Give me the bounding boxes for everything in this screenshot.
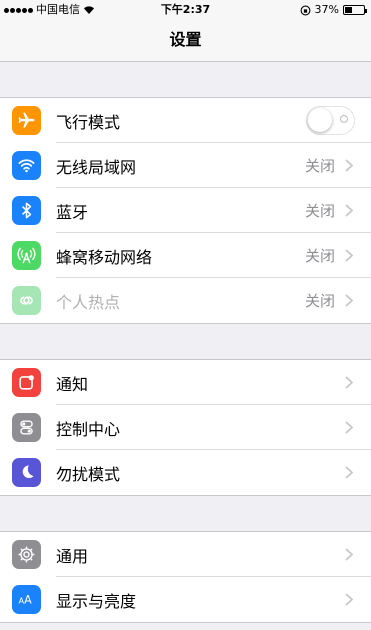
status-right: 37% — [300, 0, 367, 20]
chevron-right-icon — [345, 376, 357, 389]
row-value: 关闭 — [304, 202, 335, 220]
section-gap — [0, 324, 371, 360]
row-label: 勿扰模式 — [56, 464, 121, 484]
page-title: 设置 — [169, 30, 202, 49]
row-value: 关闭 — [304, 157, 335, 175]
row-label: 无线局域网 — [56, 157, 137, 177]
airplane-mode-toggle[interactable] — [306, 106, 355, 135]
row-value: 关闭 — [304, 247, 335, 265]
svg-text:A: A — [24, 593, 32, 606]
rotation-lock-icon — [300, 5, 310, 15]
chevron-right-icon — [345, 204, 357, 217]
row-label: 通知 — [56, 374, 89, 394]
notification-icon — [12, 368, 41, 397]
settings-group-1: 飞行模式 无线局域网 关闭 蓝牙 关闭 蜂窝移动网络 关闭 个人热点 关闭 — [0, 98, 371, 324]
settings-row-notification[interactable]: 通知 — [0, 360, 371, 405]
row-label: 个人热点 — [56, 292, 121, 312]
settings-row-bluetooth[interactable]: 蓝牙 关闭 — [0, 188, 371, 233]
settings-row-airplane[interactable]: 飞行模式 — [0, 98, 371, 143]
settings-group-3: 通用 A A 显示与亮度 — [0, 532, 371, 623]
moon-icon — [12, 458, 41, 487]
settings-list: 飞行模式 无线局域网 关闭 蓝牙 关闭 蜂窝移动网络 关闭 个人热点 关闭 通知 控制中心 勿扰模式通… — [0, 62, 371, 623]
battery-percent: 37% — [314, 3, 339, 16]
chevron-right-icon — [345, 159, 357, 172]
airplane-icon — [12, 106, 41, 135]
settings-row-gear[interactable]: 通用 — [0, 532, 371, 577]
cellular-icon — [12, 241, 41, 270]
chevron-right-icon — [345, 593, 357, 606]
bluetooth-icon — [12, 196, 41, 225]
settings-row-hotspot: 个人热点 关闭 — [0, 278, 371, 323]
settings-row-wifi[interactable]: 无线局域网 关闭 — [0, 143, 371, 188]
chevron-right-icon — [345, 548, 357, 561]
navigation-bar: 设置 — [0, 20, 371, 62]
settings-row-control-center[interactable]: 控制中心 — [0, 405, 371, 450]
row-label: 飞行模式 — [56, 112, 121, 132]
row-label: 控制中心 — [56, 419, 121, 439]
chevron-right-icon — [345, 294, 357, 307]
settings-row-display-brightness[interactable]: A A 显示与亮度 — [0, 577, 371, 622]
gear-icon — [12, 540, 41, 569]
section-gap — [0, 496, 371, 532]
row-label: 蜂窝移动网络 — [56, 247, 153, 267]
battery-icon — [343, 5, 367, 15]
section-gap — [0, 62, 371, 98]
settings-group-2: 通知控制中心勿扰模式 — [0, 360, 371, 496]
wifi-icon — [12, 151, 41, 180]
display-brightness-icon: AA — [12, 585, 41, 614]
settings-row-cellular[interactable]: 蜂窝移动网络 关闭 — [0, 233, 371, 278]
chevron-right-icon — [345, 466, 357, 479]
chevron-right-icon — [345, 249, 357, 262]
row-label: 显示与亮度 — [56, 591, 137, 611]
chevron-right-icon — [345, 421, 357, 434]
status-bar: 中国电信 下午2:37 37% — [0, 0, 371, 20]
row-label: 通用 — [56, 546, 89, 566]
hotspot-icon — [12, 286, 41, 315]
row-value: 关闭 — [304, 292, 335, 310]
control-center-icon — [12, 413, 41, 442]
row-label: 蓝牙 — [56, 202, 89, 222]
settings-row-moon[interactable]: 勿扰模式 — [0, 450, 371, 495]
